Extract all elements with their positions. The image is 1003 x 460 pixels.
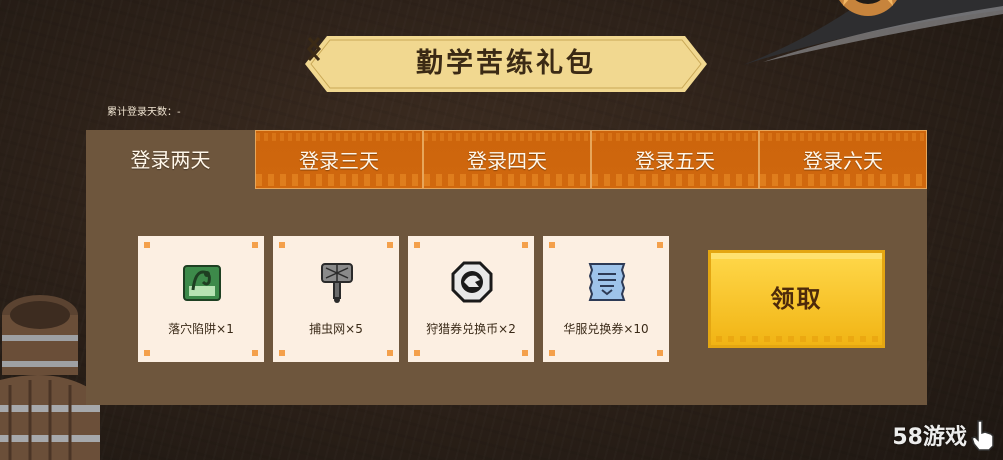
claim-button-label: 领取 [770, 285, 823, 313]
watermark-text: 58游戏 [892, 425, 967, 450]
tab-day-2[interactable]: 登录两天 [86, 130, 255, 189]
weapon-decoration [743, 0, 1003, 65]
tab-label: 登录四天 [467, 149, 547, 173]
reward-label: 华服兑换券×10 [563, 322, 649, 336]
tab-day-5[interactable]: 登录五天 [591, 130, 759, 189]
day-tabs: 登录两天 登录三天 登录四天 登录五天 登录六天 [86, 130, 927, 189]
tab-day-4[interactable]: 登录四天 [423, 130, 591, 189]
chevron-right-icon[interactable] [305, 36, 323, 62]
watermark: 58游戏 [892, 418, 997, 452]
page-title: 勤学苦练礼包 [416, 48, 596, 79]
hunt-coin-icon [451, 261, 493, 303]
outfit-ticket-icon [588, 263, 626, 301]
hand-pointer-icon [971, 420, 994, 451]
title-banner: 勤学苦练礼包 [305, 36, 707, 92]
tab-label: 登录三天 [299, 149, 379, 173]
tab-day-3[interactable]: 登录三天 [255, 130, 423, 189]
reward-card-pitfall-trap[interactable]: 落穴陷阱×1 [138, 236, 264, 362]
tab-label: 登录六天 [803, 149, 883, 173]
reward-card-outfit-ticket[interactable]: 华服兑换券×10 [543, 236, 669, 362]
bug-net-icon [321, 263, 353, 303]
reward-card-bug-net[interactable]: 捕虫网×5 [273, 236, 399, 362]
tab-label: 登录五天 [635, 149, 715, 173]
reward-card-hunt-coin[interactable]: 狩猎券兑换币×2 [408, 236, 534, 362]
login-days-count: 累计登录天数：- [107, 107, 181, 118]
claim-button[interactable]: 领取 [708, 250, 885, 348]
reward-panel: 登录两天 登录三天 登录四天 登录五天 登录六天 落穴陷阱×1 捕虫网×5 狩猎… [86, 130, 927, 405]
tab-day-6[interactable]: 登录六天 [759, 130, 927, 189]
pitfall-trap-icon [183, 265, 221, 301]
reward-label: 捕虫网×5 [309, 322, 363, 336]
tab-label: 登录两天 [130, 148, 211, 172]
reward-label: 落穴陷阱×1 [168, 322, 234, 336]
reward-label: 狩猎券兑换币×2 [426, 322, 516, 336]
